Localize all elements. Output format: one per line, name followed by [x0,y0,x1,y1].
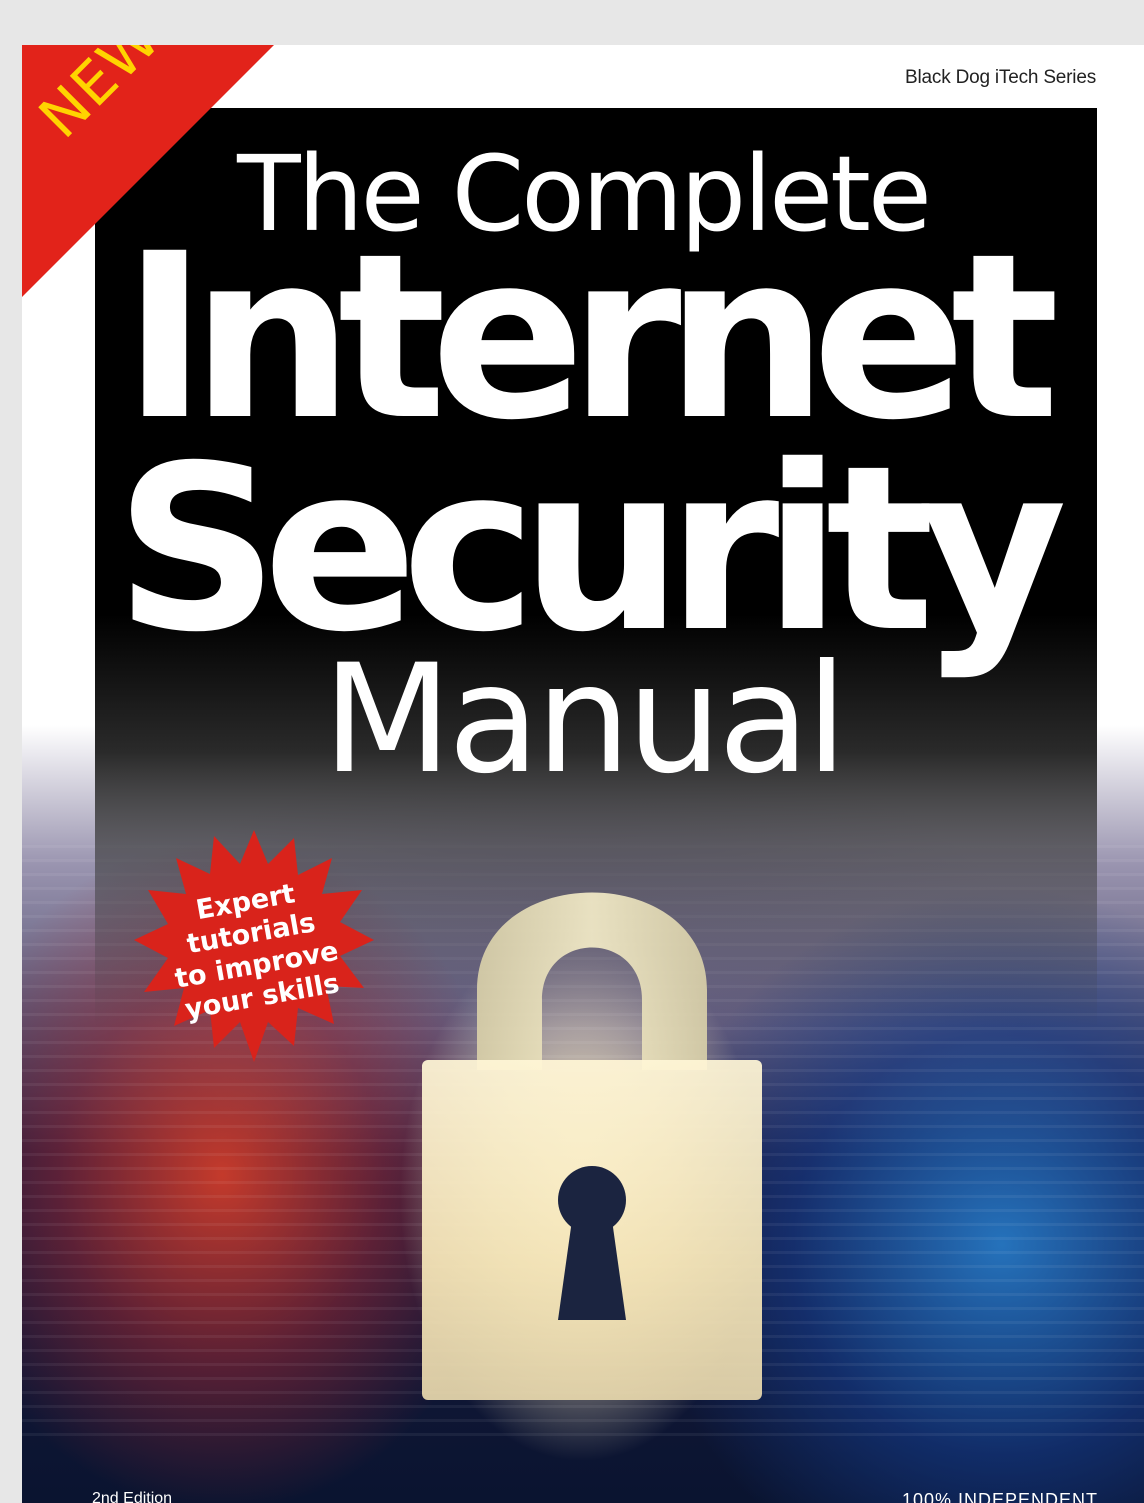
series-name: Black Dog iTech Series [905,67,1096,88]
title-line-4: Manual [322,633,847,807]
magazine-cover: Black Dog iTech Series The Complete Inte… [22,45,1144,1503]
padlock-icon [422,892,762,1400]
title-line-3: Security [114,416,1068,682]
edition-label: 2nd Edition [92,1490,173,1503]
starburst-text: Expert tutorials to improve your skills [115,811,393,1089]
independent-label: 100% INDEPENDENT [902,1490,1099,1503]
